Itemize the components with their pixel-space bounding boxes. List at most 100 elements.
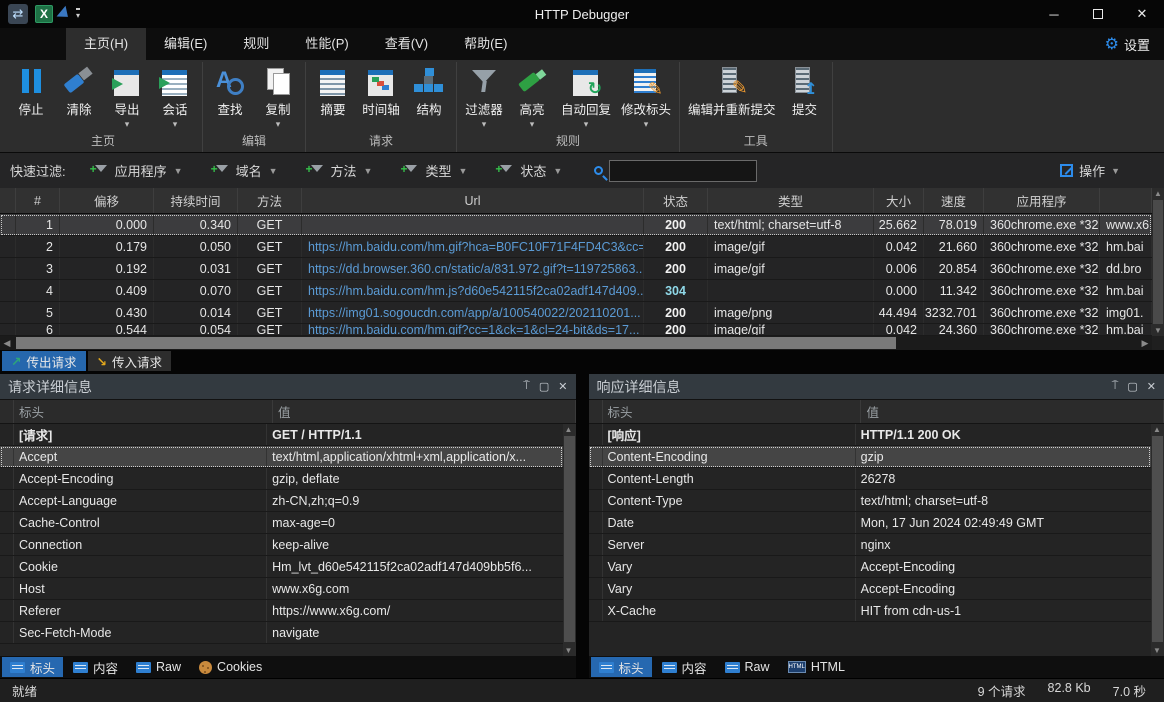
tab-outgoing-requests[interactable]: ↗传出请求 — [2, 351, 86, 371]
url-cell[interactable]: https://dd.browser.360.cn/static/a/831.9… — [302, 258, 644, 279]
scroll-thumb[interactable] — [564, 436, 575, 642]
actions-dropdown[interactable]: 操作 ▼ — [1060, 161, 1154, 180]
ribbon-button-pause[interactable]: 停止 — [7, 62, 55, 130]
table-vertical-scrollbar[interactable]: ▲ ▼ — [1152, 188, 1164, 336]
request-header-row[interactable]: [请求]GET / HTTP/1.1 — [0, 424, 563, 446]
table-row[interactable]: 10.0000.340GET200text/html; charset=utf-… — [0, 214, 1152, 236]
pin-icon[interactable]: ⍑ — [1112, 380, 1119, 393]
minimize-button[interactable]: ─ — [1032, 0, 1076, 28]
response-header-row[interactable]: VaryAccept-Encoding — [589, 578, 1152, 600]
scroll-thumb[interactable] — [1152, 436, 1163, 642]
ribbon-button-autoreply[interactable]: 自动回复▾ — [556, 62, 616, 130]
ribbon-button-highlight[interactable]: 高亮▾ — [508, 62, 556, 130]
column-header[interactable]: 应用程序 — [984, 188, 1100, 213]
request-header-row[interactable]: Accept-Encodinggzip, deflate — [0, 468, 563, 490]
settings-button[interactable]: ⚙ 设置 — [1105, 35, 1164, 60]
request-tab-内容[interactable]: 内容 — [65, 657, 126, 677]
ribbon-button-find[interactable]: 查找 — [206, 62, 254, 130]
column-header[interactable]: Url — [302, 188, 644, 213]
value-column[interactable]: 值 — [861, 400, 1164, 423]
response-header-row[interactable]: Content-Encodinggzip — [589, 446, 1152, 468]
url-cell[interactable]: https://img01.sogoucdn.com/app/a/1005400… — [302, 302, 644, 323]
column-header[interactable]: 偏移 — [60, 188, 154, 213]
response-panel-scrollbar[interactable]: ▲ ▼ — [1151, 424, 1164, 656]
response-tab-标头[interactable]: 标头 — [591, 657, 652, 677]
menu-tab-0[interactable]: 主页(H) — [66, 26, 146, 60]
scroll-down-icon[interactable]: ▼ — [1152, 326, 1164, 335]
response-header-row[interactable]: X-CacheHIT from cdn-us-1 — [589, 600, 1152, 622]
request-header-row[interactable]: Accepttext/html,application/xhtml+xml,ap… — [0, 446, 563, 468]
horizontal-scroll-thumb[interactable] — [16, 337, 896, 349]
column-header[interactable]: # — [16, 188, 60, 213]
close-icon[interactable]: ✕ — [1147, 380, 1156, 393]
scroll-left-icon[interactable]: ◀ — [0, 338, 14, 349]
column-header[interactable]: 大小 — [874, 188, 924, 213]
menu-tab-2[interactable]: 规则 — [225, 26, 287, 60]
url-cell[interactable]: https://hm.baidu.com/hm.gif?hca=B0FC10F7… — [302, 236, 644, 257]
response-header-row[interactable]: Content-Typetext/html; charset=utf-8 — [589, 490, 1152, 512]
header-column[interactable]: 标头 — [14, 400, 273, 423]
request-header-row[interactable]: Accept-Languagezh-CN,zh;q=0.9 — [0, 490, 563, 512]
response-tab-html[interactable]: HTMLHTML — [780, 657, 853, 677]
request-tab-标头[interactable]: 标头 — [2, 657, 63, 677]
float-icon[interactable]: ▢ — [1127, 380, 1137, 393]
filter-dropdown-domain[interactable]: 域名▼ — [213, 161, 278, 180]
scroll-up-icon[interactable]: ▲ — [1151, 425, 1163, 434]
maximize-button[interactable] — [1076, 0, 1120, 28]
scroll-down-icon[interactable]: ▼ — [563, 646, 575, 655]
response-tab-raw[interactable]: Raw — [717, 657, 778, 677]
ribbon-button-copy[interactable]: 复制▾ — [254, 62, 302, 130]
menu-tab-5[interactable]: 帮助(E) — [446, 26, 525, 60]
column-header[interactable]: 持续时间 — [154, 188, 238, 213]
header-column[interactable]: 标头 — [603, 400, 862, 423]
response-header-row[interactable]: Content-Length26278 — [589, 468, 1152, 490]
value-column[interactable]: 值 — [273, 400, 576, 423]
ribbon-button-summary[interactable]: 摘要 — [309, 62, 357, 130]
table-horizontal-scrollbar[interactable]: ◀ ▶ — [0, 336, 1152, 350]
menu-tab-1[interactable]: 编辑(E) — [146, 26, 225, 60]
response-header-row[interactable]: VaryAccept-Encoding — [589, 556, 1152, 578]
column-header[interactable]: 速度 — [924, 188, 984, 213]
ribbon-button-structure[interactable]: 结构 — [405, 62, 453, 130]
ribbon-button-timeline[interactable]: 时间轴 — [357, 62, 405, 130]
filter-dropdown-method[interactable]: 方法▼ — [308, 161, 373, 180]
filter-dropdown-status[interactable]: 状态▼ — [497, 161, 562, 180]
scroll-up-icon[interactable]: ▲ — [1152, 189, 1164, 198]
filter-dropdown-type[interactable]: 类型▼ — [402, 161, 467, 180]
column-header[interactable]: 方法 — [238, 188, 302, 213]
filter-dropdown-application[interactable]: 应用程序▼ — [92, 161, 183, 180]
table-row[interactable]: 60.5440.054GEThttps://hm.baidu.com/hm.gi… — [0, 324, 1152, 336]
close-icon[interactable]: ✕ — [558, 380, 567, 393]
response-header-row[interactable]: [响应]HTTP/1.1 200 OK — [589, 424, 1152, 446]
ribbon-button-filter[interactable]: 过滤器▾ — [460, 62, 508, 130]
float-icon[interactable]: ▢ — [539, 380, 549, 393]
url-cell[interactable]: https://hm.baidu.com/hm.js?d60e542115f2c… — [302, 280, 644, 301]
scroll-up-icon[interactable]: ▲ — [563, 425, 575, 434]
ribbon-button-submit[interactable]: 提交 — [781, 62, 829, 130]
menu-tab-3[interactable]: 性能(P) — [287, 26, 366, 60]
response-tab-内容[interactable]: 内容 — [654, 657, 715, 677]
close-button[interactable]: ✕ — [1120, 0, 1164, 28]
vertical-scroll-thumb[interactable] — [1153, 200, 1163, 324]
request-header-row[interactable]: Hostwww.x6g.com — [0, 578, 563, 600]
request-tab-cookies[interactable]: Cookies — [191, 657, 270, 677]
ribbon-button-session[interactable]: 会话▾ — [151, 62, 199, 130]
menu-tab-4[interactable]: 查看(V) — [367, 26, 446, 60]
pin-icon[interactable]: ⍑ — [523, 380, 530, 393]
request-header-row[interactable]: CookieHm_lvt_d60e542115f2ca02adf147d409b… — [0, 556, 563, 578]
column-header[interactable]: 类型 — [708, 188, 874, 213]
request-header-row[interactable]: Cache-Controlmax-age=0 — [0, 512, 563, 534]
request-header-row[interactable]: Sec-Fetch-Modenavigate — [0, 622, 563, 644]
ribbon-button-export[interactable]: 导出▾ — [103, 62, 151, 130]
column-header[interactable] — [1100, 188, 1152, 213]
request-header-row[interactable]: Connectionkeep-alive — [0, 534, 563, 556]
request-tab-raw[interactable]: Raw — [128, 657, 189, 677]
response-header-row[interactable]: DateMon, 17 Jun 2024 02:49:49 GMT — [589, 512, 1152, 534]
search-input[interactable] — [609, 160, 757, 182]
scroll-down-icon[interactable]: ▼ — [1151, 646, 1163, 655]
ribbon-button-clear[interactable]: 清除 — [55, 62, 103, 130]
request-header-row[interactable]: Refererhttps://www.x6g.com/ — [0, 600, 563, 622]
tab-incoming-requests[interactable]: ↘传入请求 — [88, 351, 172, 371]
scroll-right-icon[interactable]: ▶ — [1138, 338, 1152, 349]
column-header[interactable]: 状态 — [644, 188, 708, 213]
